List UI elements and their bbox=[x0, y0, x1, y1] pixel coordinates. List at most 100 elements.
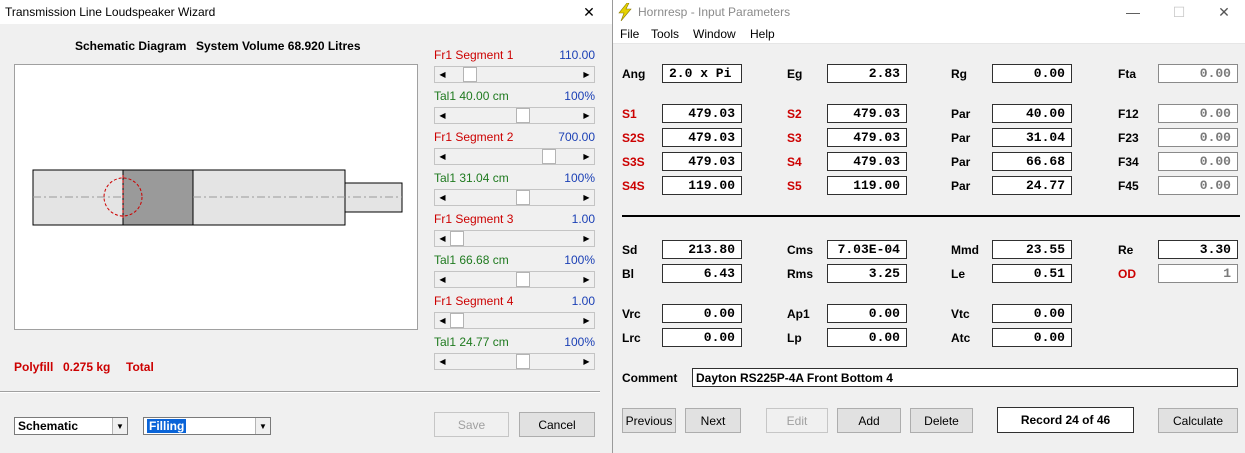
scroll-left-icon[interactable]: ◀ bbox=[435, 67, 450, 82]
record-indicator: Record 24 of 46 bbox=[997, 407, 1134, 433]
scroll-left-icon[interactable]: ◀ bbox=[435, 313, 450, 328]
param-field-s4-r4-1[interactable]: 479.03 bbox=[827, 152, 907, 171]
param-field-le-r7-2[interactable]: 0.51 bbox=[992, 264, 1072, 283]
param-field-fta-r1-3[interactable]: 0.00 bbox=[1158, 64, 1238, 83]
param-field-s3-r3-1[interactable]: 479.03 bbox=[827, 128, 907, 147]
cancel-button[interactable]: Cancel bbox=[519, 412, 595, 437]
scroll-right-icon[interactable]: ▶ bbox=[579, 108, 594, 123]
slider-thumb[interactable] bbox=[541, 149, 556, 164]
param-field-f12-r2-3[interactable]: 0.00 bbox=[1158, 104, 1238, 123]
view-select[interactable]: Schematic ▼ bbox=[14, 417, 128, 435]
param-label-sd-r6-0: Sd bbox=[622, 243, 638, 257]
param-label-f12-r2-3: F12 bbox=[1118, 107, 1139, 121]
scroll-left-icon[interactable]: ◀ bbox=[435, 354, 450, 369]
menu-window[interactable]: Window bbox=[693, 27, 736, 41]
wizard-close-button[interactable]: ✕ bbox=[566, 0, 612, 24]
param-field-s2s-r3-0[interactable]: 479.03 bbox=[662, 128, 742, 147]
param-field-lrc-r9-0[interactable]: 0.00 bbox=[662, 328, 742, 347]
maximize-button[interactable]: ☐ bbox=[1156, 0, 1202, 24]
param-label-par-r3-2: Par bbox=[951, 131, 971, 145]
param-field-s1-r2-0[interactable]: 479.03 bbox=[662, 104, 742, 123]
menu-file[interactable]: File bbox=[620, 27, 639, 41]
fill-select[interactable]: Filling ▼ bbox=[143, 417, 271, 435]
slider-thumb[interactable] bbox=[515, 108, 530, 123]
chevron-down-icon[interactable]: ▼ bbox=[255, 418, 270, 434]
segment-2-tal-slider[interactable]: ◀ ▶ bbox=[434, 189, 595, 206]
slider-thumb[interactable] bbox=[515, 354, 530, 369]
add-label: Add bbox=[858, 413, 880, 428]
param-field-bl-r7-0[interactable]: 6.43 bbox=[662, 264, 742, 283]
param-label-atc-r9-2: Atc bbox=[951, 331, 971, 345]
param-field-f45-r5-3[interactable]: 0.00 bbox=[1158, 176, 1238, 195]
slider-thumb[interactable] bbox=[450, 231, 464, 246]
segment-1-fr-slider[interactable]: ◀ ▶ bbox=[434, 66, 595, 83]
scroll-left-icon[interactable]: ◀ bbox=[435, 149, 450, 164]
param-field-lp-r9-1[interactable]: 0.00 bbox=[827, 328, 907, 347]
scroll-right-icon[interactable]: ▶ bbox=[579, 272, 594, 287]
calculate-button[interactable]: Calculate bbox=[1158, 408, 1238, 433]
divider bbox=[0, 391, 600, 393]
param-field-eg-r1-1[interactable]: 2.83 bbox=[827, 64, 907, 83]
slider-thumb[interactable] bbox=[463, 67, 478, 82]
param-label-par-r2-2: Par bbox=[951, 107, 971, 121]
comment-field[interactable]: Dayton RS225P-4A Front Bottom 4 bbox=[692, 368, 1238, 387]
scroll-right-icon[interactable]: ▶ bbox=[579, 190, 594, 205]
param-field-vtc-r8-2[interactable]: 0.00 bbox=[992, 304, 1072, 323]
segment-1-tal-value: 100% bbox=[564, 89, 595, 103]
segment-2-fr-slider[interactable]: ◀ ▶ bbox=[434, 148, 595, 165]
param-field-rms-r7-1[interactable]: 3.25 bbox=[827, 264, 907, 283]
param-field-vrc-r8-0[interactable]: 0.00 bbox=[662, 304, 742, 323]
previous-button[interactable]: Previous bbox=[622, 408, 676, 433]
param-field-par-r5-2[interactable]: 24.77 bbox=[992, 176, 1072, 195]
scroll-left-icon[interactable]: ◀ bbox=[435, 108, 450, 123]
param-label-rms-r7-1: Rms bbox=[787, 267, 814, 281]
param-field-s4s-r5-0[interactable]: 119.00 bbox=[662, 176, 742, 195]
param-field-od-r7-3[interactable]: 1 bbox=[1158, 264, 1238, 283]
segment-3-tal-slider[interactable]: ◀ ▶ bbox=[434, 271, 595, 288]
slider-thumb[interactable] bbox=[450, 313, 464, 328]
param-field-mmd-r6-2[interactable]: 23.55 bbox=[992, 240, 1072, 259]
param-field-re-r6-3[interactable]: 3.30 bbox=[1158, 240, 1238, 259]
param-field-ang-r1-0[interactable]: 2.0 x Pi bbox=[662, 64, 742, 83]
slider-thumb[interactable] bbox=[515, 272, 530, 287]
next-button[interactable]: Next bbox=[685, 408, 741, 433]
param-field-ap1-r8-1[interactable]: 0.00 bbox=[827, 304, 907, 323]
param-field-f34-r4-3[interactable]: 0.00 bbox=[1158, 152, 1238, 171]
param-field-rg-r1-2[interactable]: 0.00 bbox=[992, 64, 1072, 83]
menu-tools[interactable]: Tools bbox=[651, 27, 679, 41]
segment-1-tal-label: Tal1 40.00 cm bbox=[434, 89, 509, 103]
scroll-right-icon[interactable]: ▶ bbox=[579, 354, 594, 369]
scroll-left-icon[interactable]: ◀ bbox=[435, 190, 450, 205]
scroll-right-icon[interactable]: ▶ bbox=[579, 231, 594, 246]
segment-3-fr-label: Fr1 Segment 3 bbox=[434, 212, 514, 226]
menu-help[interactable]: Help bbox=[750, 27, 775, 41]
delete-button[interactable]: Delete bbox=[910, 408, 973, 433]
scroll-right-icon[interactable]: ▶ bbox=[579, 313, 594, 328]
chevron-down-icon[interactable]: ▼ bbox=[112, 418, 127, 434]
param-field-cms-r6-1[interactable]: 7.03E-04 bbox=[827, 240, 907, 259]
param-field-par-r2-2[interactable]: 40.00 bbox=[992, 104, 1072, 123]
segment-3-fr-slider[interactable]: ◀ ▶ bbox=[434, 230, 595, 247]
param-field-par-r3-2[interactable]: 31.04 bbox=[992, 128, 1072, 147]
param-field-atc-r9-2[interactable]: 0.00 bbox=[992, 328, 1072, 347]
scroll-left-icon[interactable]: ◀ bbox=[435, 231, 450, 246]
segment-4-fr-slider[interactable]: ◀ ▶ bbox=[434, 312, 595, 329]
param-field-par-r4-2[interactable]: 66.68 bbox=[992, 152, 1072, 171]
hornresp-close-button[interactable]: ✕ bbox=[1201, 0, 1245, 24]
scroll-right-icon[interactable]: ▶ bbox=[579, 149, 594, 164]
edit-button[interactable]: Edit bbox=[766, 408, 828, 433]
slider-thumb[interactable] bbox=[515, 190, 530, 205]
param-field-sd-r6-0[interactable]: 213.80 bbox=[662, 240, 742, 259]
scroll-left-icon[interactable]: ◀ bbox=[435, 272, 450, 287]
scroll-right-icon[interactable]: ▶ bbox=[579, 67, 594, 82]
wizard-window: Transmission Line Loudspeaker Wizard ✕ S… bbox=[0, 0, 612, 453]
param-field-f23-r3-3[interactable]: 0.00 bbox=[1158, 128, 1238, 147]
segment-4-tal-slider[interactable]: ◀ ▶ bbox=[434, 353, 595, 370]
save-button[interactable]: Save bbox=[434, 412, 509, 437]
param-field-s2-r2-1[interactable]: 479.03 bbox=[827, 104, 907, 123]
segment-1-tal-slider[interactable]: ◀ ▶ bbox=[434, 107, 595, 124]
add-button[interactable]: Add bbox=[837, 408, 901, 433]
param-field-s5-r5-1[interactable]: 119.00 bbox=[827, 176, 907, 195]
param-field-s3s-r4-0[interactable]: 479.03 bbox=[662, 152, 742, 171]
minimize-button[interactable]: — bbox=[1110, 0, 1156, 24]
